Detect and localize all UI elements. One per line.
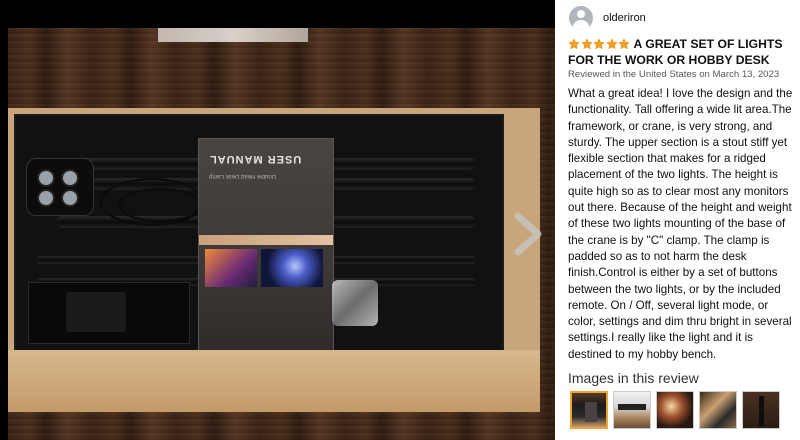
- user-avatar-icon: [569, 6, 593, 30]
- review-image-thumbnails: [570, 391, 796, 431]
- images-heading: Images in this review: [568, 370, 699, 386]
- review-title[interactable]: A GREAT SET OF LIGHTS FOR THE WORK OR HO…: [568, 36, 790, 68]
- next-image-button[interactable]: [510, 212, 544, 256]
- review-panel: olderiron A GREAT SET OF LIGHTS FOR THE …: [563, 0, 794, 440]
- thumbnail-5[interactable]: [742, 391, 780, 429]
- review-image-viewer: USER MANUAL Double Head Desk Lamp: [0, 0, 555, 440]
- reviewer-name[interactable]: olderiron: [603, 12, 646, 24]
- thumbnail-3[interactable]: [656, 391, 694, 429]
- star-rating[interactable]: [568, 38, 631, 50]
- review-body: What a great idea! I love the design and…: [568, 87, 793, 361]
- reviewer-profile[interactable]: olderiron: [569, 6, 646, 30]
- manual-title: USER MANUAL: [209, 153, 302, 165]
- star-icon: [568, 38, 580, 50]
- user-manual: USER MANUAL Double Head Desk Lamp: [198, 138, 334, 360]
- star-icon: [605, 38, 618, 50]
- thumbnail-2[interactable]: [613, 391, 651, 429]
- chevron-right-icon: [514, 212, 542, 256]
- star-icon: [618, 38, 630, 50]
- review-date: Reviewed in the United States on March 1…: [568, 69, 780, 80]
- thumbnail-1[interactable]: [570, 391, 608, 429]
- star-icon: [580, 38, 593, 50]
- review-photo: USER MANUAL Double Head Desk Lamp: [8, 28, 555, 440]
- manual-subtitle: Double Head Desk Lamp: [209, 173, 277, 179]
- star-icon: [593, 38, 605, 50]
- thumbnail-4[interactable]: [699, 391, 737, 429]
